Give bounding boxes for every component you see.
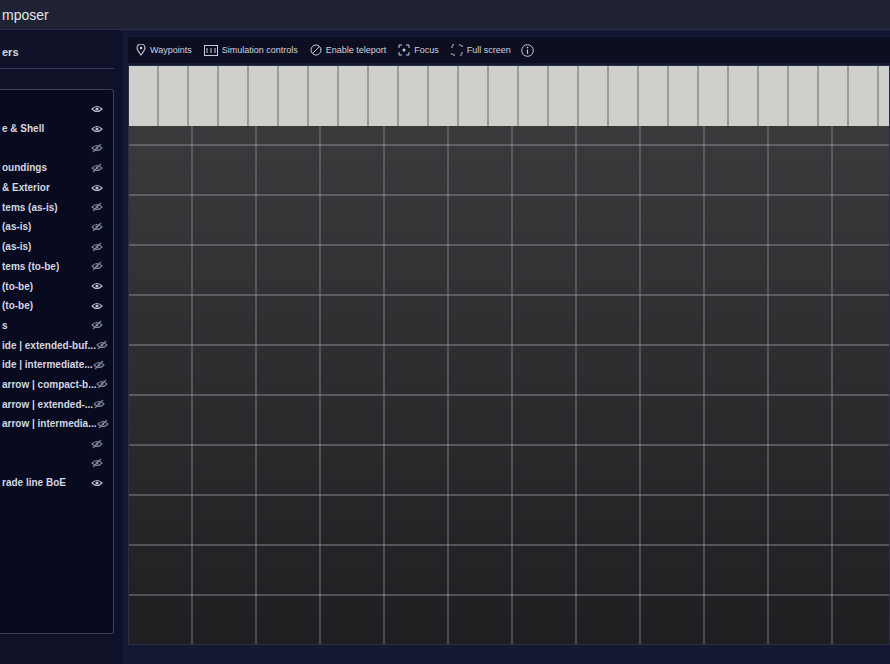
layer-label: rade line BoE xyxy=(2,477,66,488)
eye-crossed-icon[interactable] xyxy=(91,202,103,212)
layer-label: oundings xyxy=(2,162,47,173)
focus-icon xyxy=(398,44,410,56)
ceiling xyxy=(129,66,889,126)
app-body: ers e & Shell oundings & Exterior tems (as-i… xyxy=(0,30,890,664)
eye-crossed-icon[interactable] xyxy=(91,163,103,173)
window-title: mposer xyxy=(0,7,49,23)
app-window: mposer ers e & Shell oundings & Exterior tems… xyxy=(0,0,890,664)
layer-item[interactable] xyxy=(0,138,113,158)
eye-icon[interactable] xyxy=(91,183,103,193)
layer-label: s xyxy=(2,320,8,331)
eye-crossed-icon[interactable] xyxy=(91,261,103,271)
layer-label: arrow | intermedia... xyxy=(2,418,97,429)
layer-item[interactable]: ide | intermediate... xyxy=(0,355,113,375)
layer-label: ide | extended-buf... xyxy=(2,340,96,351)
toolbar-button-label: Enable teleport xyxy=(326,45,387,55)
sidebar-title: ers xyxy=(0,42,114,69)
toolbar-button[interactable]: Full screen xyxy=(449,44,513,56)
viewer-toolbar: Waypoints Simulation controls Enable telep… xyxy=(128,37,890,63)
eye-crossed-icon[interactable] xyxy=(91,458,103,468)
layer-list: e & Shell oundings & Exterior tems (as-is) (… xyxy=(0,89,114,634)
eye-icon[interactable] xyxy=(91,478,103,488)
toolbar-button[interactable]: Waypoints xyxy=(134,44,194,56)
eye-icon[interactable] xyxy=(91,281,103,291)
eye-crossed-icon[interactable] xyxy=(91,320,103,330)
layer-label: tems (to-be) xyxy=(2,261,59,272)
layer-label: & Exterior xyxy=(2,182,50,193)
layer-label: (as-is) xyxy=(2,241,31,252)
layer-item[interactable] xyxy=(0,99,113,119)
toolbar-button-label: Focus xyxy=(414,45,439,55)
layers-sidebar: ers e & Shell oundings & Exterior tems (as-i… xyxy=(0,30,122,664)
layer-item[interactable]: arrow | intermedia... xyxy=(0,414,113,434)
layer-item[interactable] xyxy=(0,434,113,454)
eye-crossed-icon[interactable] xyxy=(91,242,103,252)
toolbar-button-label: Full screen xyxy=(467,45,511,55)
layer-item[interactable]: oundings xyxy=(0,158,113,178)
layer-item[interactable]: (as-is) xyxy=(0,237,113,257)
layer-label: (to-be) xyxy=(2,281,33,292)
toolbar-button[interactable]: Enable teleport xyxy=(308,44,389,56)
fullscreen-icon xyxy=(451,44,463,56)
eye-crossed-icon[interactable] xyxy=(96,340,108,350)
layer-label: (as-is) xyxy=(2,221,31,232)
eye-crossed-icon[interactable] xyxy=(96,379,108,389)
layer-item[interactable]: tems (to-be) xyxy=(0,257,113,277)
eye-crossed-icon[interactable] xyxy=(91,143,103,153)
eye-icon[interactable] xyxy=(91,124,103,134)
layer-label: arrow | compact-b... xyxy=(2,379,96,390)
layer-item[interactable]: e & Shell xyxy=(0,119,113,139)
toolbar-button-label: Simulation controls xyxy=(222,45,298,55)
layer-label: tems (as-is) xyxy=(2,202,58,213)
viewer-area: Waypoints Simulation controls Enable telep… xyxy=(128,30,890,664)
layer-item[interactable]: (to-be) xyxy=(0,276,113,296)
layer-item[interactable]: s xyxy=(0,316,113,336)
simulation-icon xyxy=(204,45,218,56)
eye-crossed-icon[interactable] xyxy=(97,419,109,429)
layer-label: (to-be) xyxy=(2,300,33,311)
layer-item[interactable]: rade line BoE xyxy=(0,473,113,493)
layer-item[interactable]: & Exterior xyxy=(0,178,113,198)
layer-item[interactable]: arrow | compact-b... xyxy=(0,375,113,395)
warehouse-floor xyxy=(129,126,889,644)
layer-label: arrow | extended-... xyxy=(2,399,93,410)
layer-item[interactable]: arrow | extended-... xyxy=(0,394,113,414)
layer-item[interactable]: (to-be) xyxy=(0,296,113,316)
toolbar-button[interactable]: Focus xyxy=(396,44,441,56)
eye-crossed-icon[interactable] xyxy=(91,439,103,449)
eye-icon[interactable] xyxy=(91,301,103,311)
pin-icon xyxy=(136,44,146,56)
layer-item[interactable]: ide | extended-buf... xyxy=(0,335,113,355)
info-icon[interactable] xyxy=(521,44,534,57)
layer-item[interactable] xyxy=(0,453,113,473)
eye-icon[interactable] xyxy=(91,104,103,114)
title-bar: mposer xyxy=(0,0,890,30)
3d-viewport[interactable] xyxy=(128,65,890,645)
eye-crossed-icon[interactable] xyxy=(93,399,105,409)
layer-item[interactable]: tems (as-is) xyxy=(0,197,113,217)
layer-label: ide | intermediate... xyxy=(2,359,93,370)
eye-crossed-icon[interactable] xyxy=(91,222,103,232)
teleport-icon xyxy=(310,44,322,56)
toolbar-button[interactable]: Simulation controls xyxy=(202,45,300,56)
layer-item[interactable]: (as-is) xyxy=(0,217,113,237)
layer-label: e & Shell xyxy=(2,123,44,134)
eye-crossed-icon[interactable] xyxy=(93,360,105,370)
toolbar-button-label: Waypoints xyxy=(150,45,192,55)
